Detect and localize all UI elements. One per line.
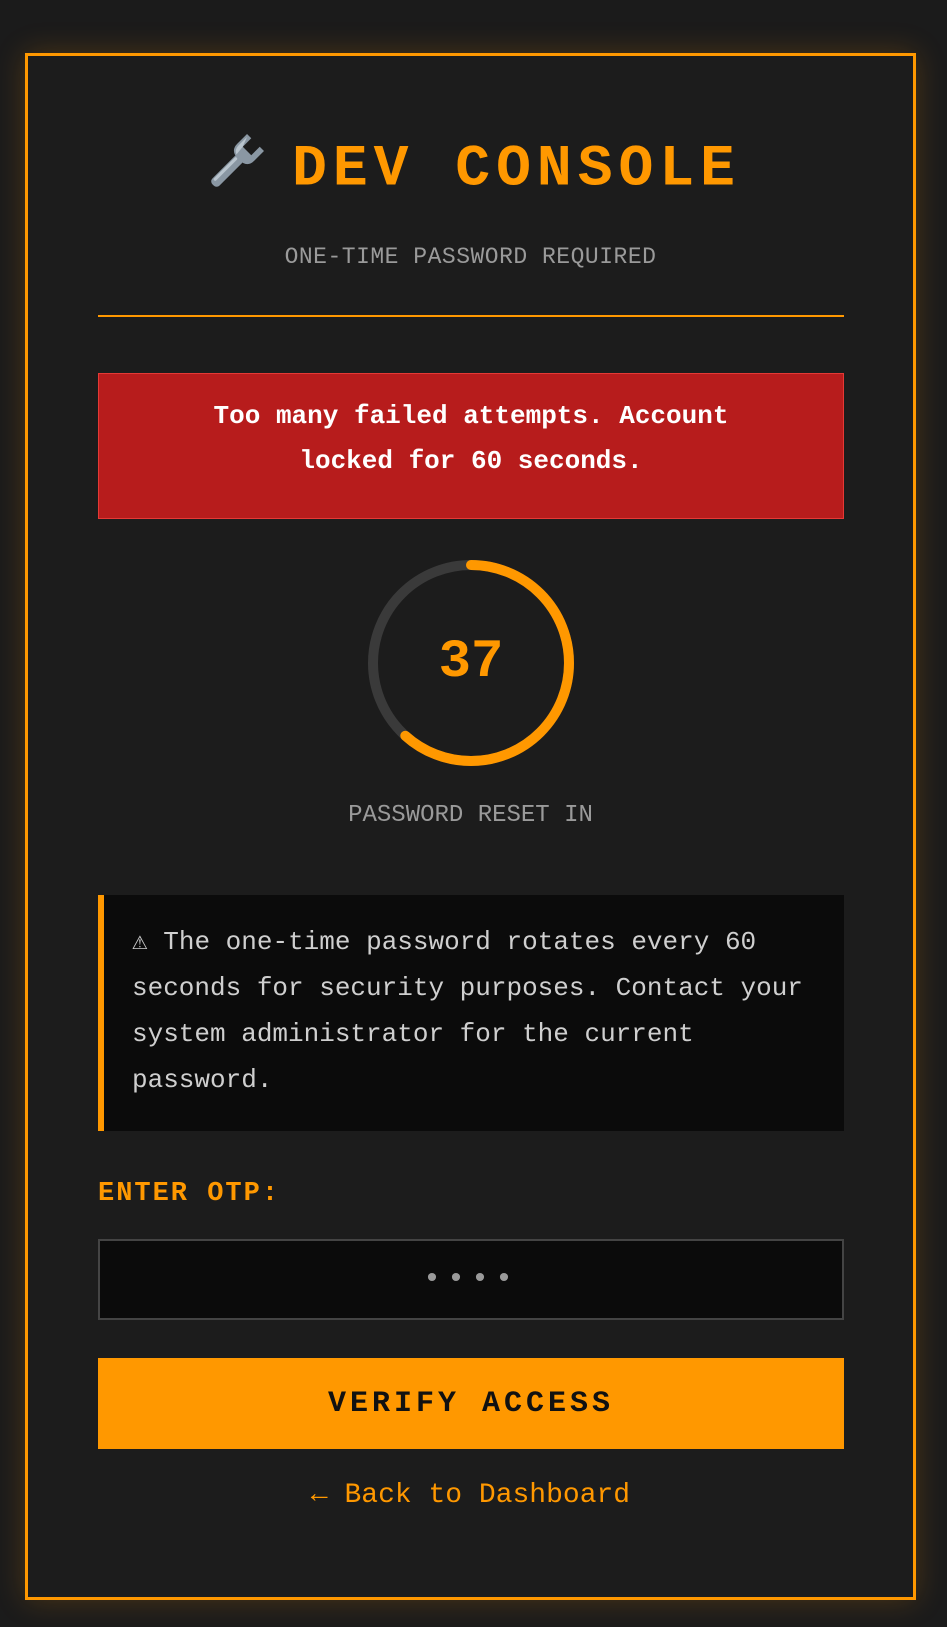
page-title: DEV CONSOLE: [28, 134, 913, 205]
title-text: DEV CONSOLE: [292, 137, 741, 203]
notice-text: ⚠ The one-time password rotates every 60…: [132, 927, 803, 1095]
back-to-dashboard-link[interactable]: ← Back to Dashboard: [28, 1480, 913, 1511]
otp-input[interactable]: [98, 1239, 844, 1320]
lockout-alert: Too many failed attempts. Account locked…: [98, 373, 844, 519]
otp-label: ENTER OTP:: [98, 1179, 281, 1209]
page-subtitle: ONE-TIME PASSWORD REQUIRED: [284, 244, 657, 270]
wrench-icon: [200, 128, 270, 198]
login-panel: DEV CONSOLE ONE-TIME PASSWORD REQUIRED T…: [25, 53, 916, 1600]
verify-access-button[interactable]: VERIFY ACCESS: [98, 1358, 844, 1449]
header-divider: [98, 315, 844, 317]
countdown-label: PASSWORD RESET IN: [348, 802, 593, 829]
security-notice: ⚠ The one-time password rotates every 60…: [98, 895, 844, 1131]
countdown-value: 37: [438, 632, 504, 693]
countdown-timer: 37: [366, 558, 576, 768]
